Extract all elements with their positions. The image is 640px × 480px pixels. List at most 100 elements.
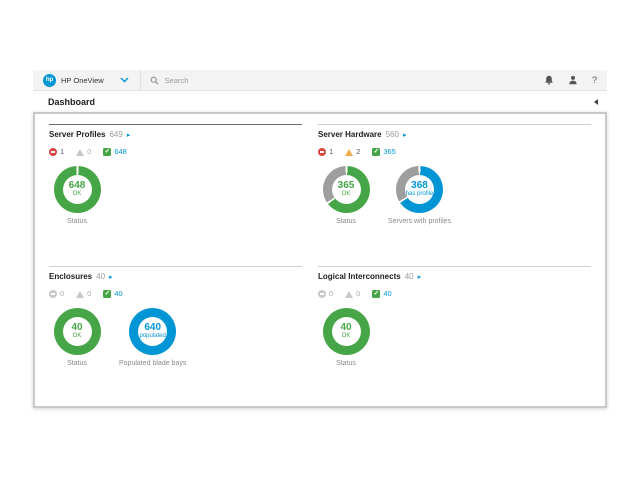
panel-server-profiles-header[interactable]: Server Profiles 649 ▸: [49, 130, 302, 139]
donut-ring[interactable]: 368 has profile: [396, 166, 443, 213]
warning-count[interactable]: 0: [76, 148, 91, 156]
ok-count[interactable]: ✓ 648: [103, 148, 127, 156]
warning-count[interactable]: 2: [345, 148, 360, 156]
critical-count[interactable]: 1: [49, 148, 64, 156]
donut-value: 640: [144, 322, 161, 333]
panel-count: 649: [109, 130, 122, 139]
page-title: Dashboard: [48, 97, 95, 107]
donut-ring[interactable]: 640 populated: [129, 308, 176, 355]
status-donut-chart: 365 OK Status: [318, 166, 374, 225]
critical-count-value: 1: [60, 148, 64, 156]
donut-center: 365 OK: [332, 175, 361, 204]
critical-count-value: 1: [329, 148, 333, 156]
donut-value: 365: [338, 180, 355, 191]
ok-count-value: 40: [114, 290, 122, 298]
donut-value: 40: [71, 322, 82, 333]
more-arrow-icon: ▸: [109, 274, 113, 281]
critical-count[interactable]: 0: [318, 290, 333, 298]
critical-icon: [318, 290, 326, 298]
search-input[interactable]: [163, 75, 363, 86]
warning-count-value: 0: [87, 290, 91, 298]
ok-count-value: 40: [383, 290, 391, 298]
donut-ring[interactable]: 365 OK: [323, 166, 370, 213]
blade-bays-donut-chart: 640 populated Populated blade bays: [119, 308, 186, 367]
collapse-panel-button[interactable]: [594, 99, 598, 105]
dashboard-frame: Server Profiles 649 ▸ 1 0 ✓ 648: [33, 112, 607, 408]
warning-count[interactable]: 0: [345, 290, 360, 298]
collapse-arrow-icon: [594, 99, 598, 105]
panel-count: 560: [386, 130, 399, 139]
chart-label: Status: [67, 360, 87, 367]
ok-count[interactable]: ✓ 365: [372, 148, 396, 156]
panel-server-hardware-header[interactable]: Server Hardware 560 ▸: [318, 130, 591, 139]
panel-title: Server Hardware: [318, 130, 382, 139]
donut-center: 40 OK: [63, 317, 92, 346]
panel-title: Logical Interconnects: [318, 272, 401, 281]
warning-count-value: 0: [356, 290, 360, 298]
help-icon[interactable]: ?: [592, 75, 597, 85]
ok-count[interactable]: ✓ 40: [372, 290, 391, 298]
notifications-bell-icon[interactable]: [544, 75, 554, 85]
ok-count[interactable]: ✓ 40: [103, 290, 122, 298]
ok-count-value: 648: [114, 148, 127, 156]
donut-center: 40 OK: [332, 317, 361, 346]
donut-ring[interactable]: 648 OK: [54, 166, 101, 213]
chevron-down-icon[interactable]: [120, 77, 129, 83]
brand-label: HP OneView: [61, 76, 104, 85]
status-counts-row: 0 0 ✓ 40: [49, 290, 302, 298]
donut-value: 368: [411, 180, 428, 191]
warning-count-value: 0: [87, 148, 91, 156]
topbar-actions: ?: [544, 75, 597, 85]
panel-count: 40: [96, 272, 105, 281]
status-donut-chart: 40 OK Status: [318, 308, 374, 367]
donut-center: 648 OK: [63, 175, 92, 204]
ok-count-value: 365: [383, 148, 396, 156]
panel-logical-interconnects: Logical Interconnects 40 ▸ 0 0 ✓: [318, 266, 591, 396]
user-account-icon[interactable]: [568, 75, 578, 85]
search-box[interactable]: [150, 75, 544, 86]
critical-count-value: 0: [329, 290, 333, 298]
chart-label: Servers with profiles: [388, 218, 451, 225]
critical-count[interactable]: 1: [318, 148, 333, 156]
critical-icon: [318, 148, 326, 156]
warning-icon: [345, 149, 353, 156]
donut-sublabel: OK: [342, 191, 351, 199]
chart-label: Status: [67, 218, 87, 225]
status-donut-chart: 648 OK Status: [49, 166, 105, 225]
warning-count-value: 2: [356, 148, 360, 156]
status-counts-row: 0 0 ✓ 40: [318, 290, 591, 298]
charts-row: 365 OK Status 368 has profile: [318, 166, 591, 225]
donut-sublabel: populated: [139, 333, 165, 341]
status-counts-row: 1 0 ✓ 648: [49, 148, 302, 156]
donut-ring[interactable]: 40 OK: [54, 308, 101, 355]
more-arrow-icon: ▸: [127, 132, 131, 139]
donut-center: 368 has profile: [405, 175, 434, 204]
warning-icon: [76, 291, 84, 298]
search-icon: [150, 76, 159, 85]
panel-enclosures: Enclosures 40 ▸ 0 0 ✓ 40: [49, 266, 302, 396]
ok-check-icon: ✓: [372, 290, 380, 298]
panel-server-profiles: Server Profiles 649 ▸ 1 0 ✓ 648: [49, 124, 302, 254]
ok-check-icon: ✓: [103, 148, 111, 156]
critical-icon: [49, 148, 57, 156]
hp-logo-icon[interactable]: hp: [43, 74, 56, 87]
charts-row: 40 OK Status: [318, 308, 591, 367]
status-donut-chart: 40 OK Status: [49, 308, 105, 367]
ok-check-icon: ✓: [103, 290, 111, 298]
charts-row: 648 OK Status: [49, 166, 302, 225]
dashboard-grid: Server Profiles 649 ▸ 1 0 ✓ 648: [49, 124, 591, 396]
donut-sublabel: OK: [73, 333, 82, 341]
donut-value: 40: [340, 322, 351, 333]
warning-count[interactable]: 0: [76, 290, 91, 298]
donut-sublabel: OK: [342, 333, 351, 341]
warning-icon: [345, 291, 353, 298]
chart-label: Populated blade bays: [119, 360, 186, 367]
donut-ring[interactable]: 40 OK: [323, 308, 370, 355]
top-bar: hp HP OneView: [33, 70, 607, 91]
panel-count: 40: [405, 272, 414, 281]
critical-count[interactable]: 0: [49, 290, 64, 298]
panel-logical-interconnects-header[interactable]: Logical Interconnects 40 ▸: [318, 272, 591, 281]
profiles-donut-chart: 368 has profile Servers with profiles: [388, 166, 451, 225]
panel-enclosures-header[interactable]: Enclosures 40 ▸: [49, 272, 302, 281]
hp-oneview-app: hp HP OneView: [33, 70, 607, 408]
